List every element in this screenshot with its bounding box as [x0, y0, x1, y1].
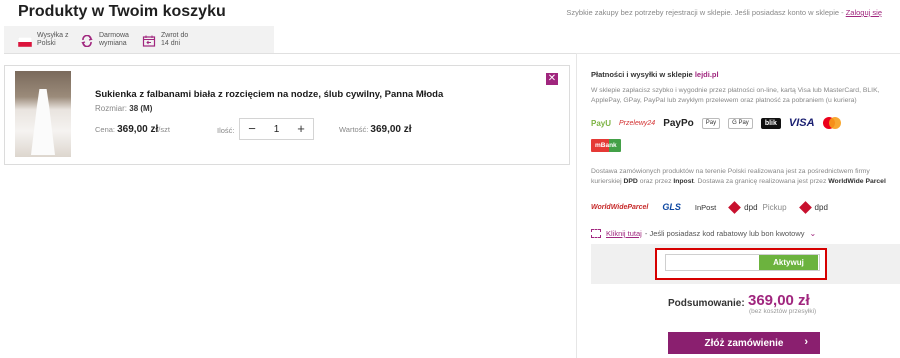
price-value: 369,00 zł [117, 124, 159, 135]
worldwideparcel-logo: WorldWideParcel [591, 203, 649, 211]
price-unit: /szt [158, 125, 170, 134]
dpd-cube-icon [728, 200, 742, 214]
login-note-text: Szybkie zakupy bez potrzeby rejestracji … [566, 8, 844, 17]
delivery-text-3: . Dostawa za granicę realizowana jest pr… [693, 178, 827, 185]
delivery-wwp: WorldWide Parcel [828, 178, 886, 185]
quantity-label: Ilość: [217, 126, 235, 135]
summary-label: Podsumowanie: [668, 298, 745, 309]
product-size-label: Rozmiar: [95, 104, 128, 113]
activate-coupon-button[interactable]: Aktywuj [759, 255, 818, 270]
dpd-logo: dpd [798, 200, 828, 214]
applepay-logo: Pay [701, 117, 721, 129]
benefit-exchange-text: Darmowa wymiana [99, 31, 129, 47]
login-link[interactable]: Zaloguj się [846, 8, 882, 17]
cart-item: Sukienka z falbanami biała z rozcięciem … [4, 65, 570, 165]
mbank-logo: mBank [591, 139, 621, 152]
dpd-text: dpd [814, 202, 828, 212]
pickup-text: Pickup [762, 202, 787, 212]
total-label: Wartość: [339, 125, 369, 134]
remove-item-button[interactable]: ✕ [546, 73, 558, 85]
payu-logo: PayU [591, 118, 612, 128]
arrow-right-icon: › [804, 336, 808, 348]
product-price: Cena: 369,00 zł/szt [95, 124, 170, 135]
place-order-button[interactable]: Złóż zamówienie › [668, 332, 820, 354]
promo-code-link[interactable]: Kliknij tutaj [606, 229, 642, 238]
place-order-label: Złóż zamówienie [704, 337, 784, 349]
gpay-logo: G Pay [728, 117, 753, 129]
quantity-stepper: − 1 + [239, 118, 314, 140]
gift-icon [591, 229, 601, 238]
payments-title: Płatności i wysyłki w sklepie lejdi.pl [591, 70, 719, 79]
section-divider [4, 53, 576, 54]
payment-logos-row: PayU Przelewy24 PayPo Pay G Pay blik VIS… [591, 117, 841, 129]
benefits-bar: Wysyłka z Polski Darmowa wymiana Zwrot d… [4, 26, 274, 53]
delivery-description: Dostawa zamówionych produktów na terenie… [591, 167, 896, 187]
promo-code-toggle: Kliknij tutaj - Jeśli posiadasz kod raba… [591, 229, 816, 238]
benefit-shipping-text: Wysyłka z Polski [37, 31, 69, 47]
poland-flag-icon [17, 34, 33, 47]
przelewy24-logo: Przelewy24 [619, 119, 656, 127]
sidebar-divider [576, 53, 577, 358]
mastercard-logo [822, 117, 841, 129]
visa-logo: VISA [788, 117, 815, 129]
payments-title-brand: lejdi.pl [694, 70, 719, 79]
benefit-return-text: Zwrot do 14 dni [161, 31, 189, 47]
product-size-value: 38 (M) [129, 104, 153, 113]
summary-note: (bez kosztów przesyłki) [749, 308, 817, 315]
chevron-down-icon[interactable]: ⌄ [810, 229, 817, 238]
page-title: Produkty w Twoim koszyku [18, 3, 226, 20]
benefit-exchange: Darmowa wymiana [80, 32, 142, 48]
sidebar-top-divider [576, 53, 900, 54]
benefit-return: Zwrot do 14 dni [142, 32, 204, 48]
delivery-dpd: DPD [623, 178, 638, 185]
delivery-inpost: Inpost [673, 178, 694, 185]
dpd-cube-icon [798, 200, 812, 214]
quantity-value[interactable]: 1 [274, 124, 280, 135]
inpost-logo: InPost [694, 202, 717, 212]
total-value: 369,00 zł [370, 124, 412, 135]
gls-logo: GLS [662, 202, 681, 212]
payments-title-text: Płatności i wysyłki w sklepie [591, 70, 693, 79]
dpd-pickup-logo: dpd Pickup [728, 200, 787, 214]
product-total: Wartość: 369,00 zł [339, 124, 412, 135]
benefit-shipping: Wysyłka z Polski [17, 31, 80, 48]
delivery-logos-row: WorldWideParcel GLS InPost dpd Pickup dp… [591, 200, 828, 214]
summary-value: 369,00 zł [748, 292, 810, 309]
product-size: Rozmiar: 38 (M) [95, 104, 152, 113]
product-name[interactable]: Sukienka z falbanami biała z rozcięciem … [95, 89, 443, 100]
login-note: Szybkie zakupy bez potrzeby rejestracji … [566, 8, 882, 17]
delivery-text-2: oraz przez [639, 178, 672, 185]
promo-code-text: - Jeśli posiadasz kod rabatowy lub bon k… [644, 229, 805, 238]
dpd-pickup-text: dpd [744, 202, 758, 212]
blik-logo: blik [760, 117, 781, 129]
refresh-icon [80, 34, 94, 47]
payments-description: W sklepie zapłacisz szybko i wygodnie pr… [591, 87, 880, 104]
quantity-decrease-button[interactable]: − [245, 122, 259, 136]
product-image[interactable] [15, 71, 71, 157]
paypo-logo: PayPo [663, 117, 694, 129]
payment-logos-row-2: mBank [591, 139, 621, 152]
quantity-increase-button[interactable]: + [294, 122, 308, 136]
price-label: Cena: [95, 125, 116, 134]
calendar-return-icon [142, 34, 156, 47]
